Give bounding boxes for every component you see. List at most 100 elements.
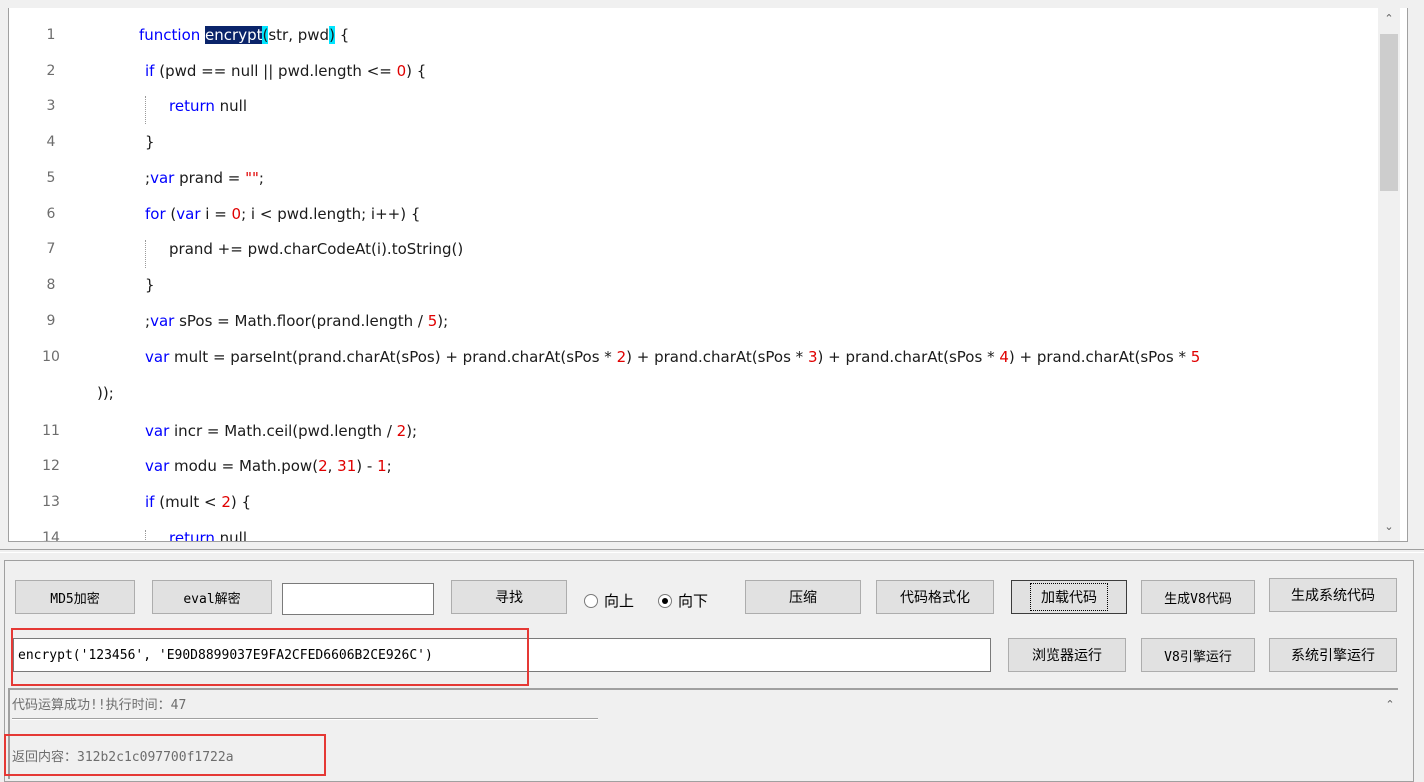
load-code-label: 加载代码 [1030, 583, 1108, 611]
line-number: 9 [46, 313, 56, 329]
compress-label: 压缩 [789, 590, 817, 606]
code-token: { [334, 26, 350, 44]
radio-down-icon [658, 593, 672, 608]
line-number: 7 [46, 241, 56, 257]
code-text: for (var i = 0; i < pwd.length; i++) { [145, 205, 420, 223]
radio-down[interactable]: 向下 [658, 590, 708, 611]
code-token: ( [165, 205, 177, 223]
code-line[interactable]: 3 return null [9, 89, 1379, 125]
code-line[interactable]: 7 prand += pwd.charCodeAt(i).toString() [9, 232, 1379, 268]
system-engine-run-label: 系统引擎运行 [1291, 648, 1375, 664]
code-text: var modu = Math.pow(2, 31) - 1; [145, 457, 392, 475]
load-code-button[interactable]: 加载代码 [1011, 580, 1127, 614]
code-token: encrypt [205, 26, 263, 44]
code-token: 2 [616, 348, 627, 366]
line-number: 2 [46, 63, 56, 79]
code-token: for [145, 205, 166, 223]
code-token: prand = [174, 169, 246, 187]
code-text: } [145, 276, 155, 294]
panel-divider [0, 549, 1424, 553]
search-input[interactable] [282, 583, 434, 615]
code-line[interactable]: 14 return null [9, 521, 1379, 542]
code-token: (mult < [154, 493, 222, 511]
indent-guide [145, 530, 146, 541]
code-token: incr = Math.ceil(pwd.length / [169, 422, 397, 440]
code-text: function encrypt(str, pwd) { [139, 26, 349, 44]
code-line[interactable]: 8} [9, 268, 1379, 304]
indent-guide [145, 96, 146, 124]
code-token: 31 [337, 457, 357, 475]
browser-run-label: 浏览器运行 [1032, 648, 1102, 664]
code-token: ); [406, 422, 418, 440]
line-number: 12 [42, 458, 60, 474]
md5-encrypt-label: MD5加密 [50, 591, 100, 607]
code-text: return null [169, 529, 247, 542]
code-text: } [145, 133, 155, 151]
generate-v8-code-button[interactable]: 生成V8代码 [1141, 580, 1255, 614]
line-number: 6 [46, 206, 56, 222]
code-token: ) - [356, 457, 378, 475]
code-token: null [214, 97, 247, 115]
output-scrollbar[interactable]: ⌃ [1380, 690, 1400, 779]
code-token: ) + prand.charAt(sPos * [817, 348, 1000, 366]
line-number: 14 [42, 530, 60, 542]
scrollbar-thumb[interactable] [1380, 34, 1398, 191]
code-editor[interactable]: 1 function encrypt(str, pwd) { 2 if (pwd ==… [8, 8, 1408, 542]
code-line[interactable]: 11 var incr = Math.ceil(pwd.length / 2); [9, 414, 1379, 450]
line-number: 10 [42, 349, 60, 365]
code-token: ; [386, 457, 392, 475]
find-button[interactable]: 寻找 [451, 580, 567, 614]
code-token: return [169, 529, 215, 542]
code-line[interactable]: 5 ;var prand = ""; [9, 161, 1379, 197]
line-number: 1 [46, 27, 56, 43]
code-token: mult = parseInt(prand.charAt(sPos) + pra… [169, 348, 617, 366]
generate-system-code-button[interactable]: 生成系统代码 [1269, 578, 1397, 612]
code-token: ; [258, 169, 264, 187]
code-token: ; i < pwd.length; i++) { [241, 205, 421, 223]
highlight-box-expression [11, 628, 529, 686]
eval-decrypt-button[interactable]: eval解密 [152, 580, 272, 614]
code-token: , [327, 457, 338, 475]
code-line[interactable]: 6 for (var i = 0; i < pwd.length; i++) { [9, 197, 1379, 233]
v8-engine-run-button[interactable]: V8引擎运行 [1141, 638, 1255, 672]
code-line[interactable]: 10 var mult = parseInt(prand.charAt(sPos)… [9, 340, 1379, 376]
scroll-up-icon[interactable]: ⌃ [1378, 8, 1400, 30]
code-line[interactable]: )); [9, 376, 1379, 412]
code-text: prand += pwd.charCodeAt(i).toString() [169, 240, 463, 258]
code-token: ) + prand.charAt(sPos * [626, 348, 808, 366]
output-scroll-up-icon[interactable]: ⌃ [1380, 694, 1400, 716]
code-token: var [145, 348, 170, 366]
system-engine-run-button[interactable]: 系统引擎运行 [1269, 638, 1397, 672]
format-code-button[interactable]: 代码格式化 [876, 580, 994, 614]
radio-up-icon [584, 593, 598, 608]
browser-run-button[interactable]: 浏览器运行 [1008, 638, 1126, 672]
line-number: 13 [42, 494, 60, 510]
code-line[interactable]: 9 ;var sPos = Math.floor(prand.length / 5… [9, 304, 1379, 340]
code-line[interactable]: 2 if (pwd == null || pwd.length <= 0) { [9, 54, 1379, 90]
code-token: ) + prand.charAt(sPos * [1008, 348, 1191, 366]
scroll-down-icon[interactable]: ⌄ [1378, 516, 1400, 538]
format-code-label: 代码格式化 [900, 590, 970, 606]
execution-status: 代码运算成功!!执行时间：47 [12, 698, 187, 713]
editor-vertical-scrollbar[interactable]: ⌃ ⌄ [1378, 8, 1400, 541]
code-token: 5 [1190, 348, 1201, 366]
code-token: str, pwd [268, 26, 330, 44]
code-token: 0 [396, 62, 407, 80]
code-line[interactable]: 13 if (mult < 2) { [9, 485, 1379, 521]
code-token: ) { [230, 493, 252, 511]
code-line[interactable]: 1 function encrypt(str, pwd) { [9, 18, 1379, 54]
code-text: ;var sPos = Math.floor(prand.length / 5)… [145, 312, 448, 330]
find-label: 寻找 [495, 590, 523, 606]
compress-button[interactable]: 压缩 [745, 580, 861, 614]
code-token: ); [437, 312, 449, 330]
code-line[interactable]: 4} [9, 125, 1379, 161]
md5-encrypt-button[interactable]: MD5加密 [15, 580, 135, 614]
code-token: } [145, 133, 155, 151]
code-token: (pwd == null || pwd.length <= [154, 62, 397, 80]
line-number: 3 [46, 98, 56, 114]
radio-down-label: 向下 [678, 592, 709, 610]
code-line[interactable]: 12 var modu = Math.pow(2, 31) - 1; [9, 449, 1379, 485]
code-token: var [145, 422, 170, 440]
v8-engine-run-label: V8引擎运行 [1164, 649, 1232, 665]
radio-up[interactable]: 向上 [584, 590, 634, 611]
